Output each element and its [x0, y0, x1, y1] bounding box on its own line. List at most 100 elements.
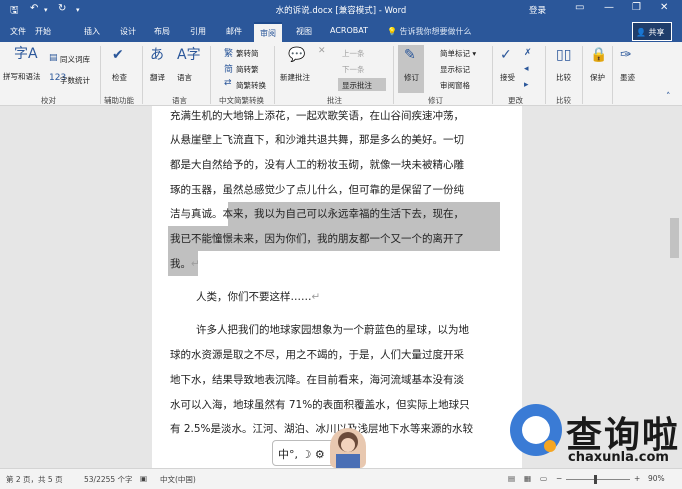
doc-line: 地下水，结果导致地表沉降。在目前看来，海河流域基本没有淡	[170, 374, 464, 386]
status-bar: 第 2 页，共 5 页 53/2255 个字 ▣ 中文(中国) ▤ ▦ ▭ − …	[0, 468, 682, 489]
track-changes-icon: ✎	[404, 47, 416, 63]
page-indicator[interactable]: 第 2 页，共 5 页	[6, 474, 63, 485]
tab-view[interactable]: 视图	[296, 26, 312, 37]
word-count-status[interactable]: 53/2255 个字	[84, 474, 133, 485]
to-simplified-button[interactable]: 繁转简	[236, 48, 259, 59]
ime-status: 中°, ☽ ⚙	[278, 448, 325, 461]
separator	[492, 46, 493, 104]
markup-select[interactable]: 简单标记 ▾	[440, 48, 476, 59]
track-changes-button[interactable]: 修订	[404, 72, 419, 83]
collapse-ribbon-icon[interactable]: ˄	[666, 92, 671, 102]
print-layout-icon[interactable]: ▦	[524, 474, 531, 483]
ime-toolbar[interactable]: 中°, ☽ ⚙	[272, 440, 336, 466]
ink-button[interactable]: 墨迹	[620, 72, 635, 83]
reject-icon[interactable]: ✗	[524, 48, 532, 58]
new-comment-button[interactable]: 新建批注	[280, 72, 310, 83]
word-count-button[interactable]: 字数统计	[60, 75, 90, 86]
prev-comment-button[interactable]: 上一条	[342, 48, 365, 59]
tab-insert[interactable]: 插入	[84, 26, 100, 37]
check-accessibility-button[interactable]: 检查	[112, 72, 127, 83]
doc-line: 许多人把我们的地球家园想象为一个蔚蓝色的星球，以为地	[196, 324, 469, 336]
show-comments-button[interactable]: 显示批注	[342, 80, 372, 91]
ribbon-review: 字A 拼写和语法 ▤ 同义词库 123 字数统计 校对 ✔ 检查 辅助功能 あ …	[0, 42, 682, 106]
zoom-level[interactable]: 90%	[648, 474, 665, 483]
separator	[545, 46, 546, 104]
doc-line: 人类，你们不要这样……↵	[196, 289, 320, 304]
zoom-out-icon[interactable]: −	[556, 474, 562, 483]
watermark-url: chaxunla.com	[568, 450, 669, 465]
separator	[582, 46, 583, 104]
compare-group-label: 比较	[556, 96, 571, 105]
separator	[142, 46, 143, 104]
doc-line: 球的水资源是取之不尽，用之不竭的，于是，人们大量过度开采	[170, 349, 464, 361]
next-change-icon[interactable]: ▸	[524, 80, 529, 90]
accessibility-group-label: 辅助功能	[104, 96, 134, 105]
zoom-slider-thumb[interactable]	[594, 475, 597, 484]
to-traditional-icon: 简	[224, 65, 234, 75]
share-button[interactable]: 👤 共享	[632, 22, 672, 41]
tab-references[interactable]: 引用	[190, 26, 206, 37]
to-traditional-button[interactable]: 简转繁	[236, 64, 259, 75]
convert-button[interactable]: 简繁转换	[236, 80, 266, 91]
read-mode-icon[interactable]: ▤	[508, 474, 515, 483]
spelling-icon: 字A	[14, 46, 38, 62]
tab-home[interactable]: 开始	[35, 26, 51, 37]
translate-button[interactable]: 翻译	[150, 72, 165, 83]
paragraph-mark-icon: ↵	[191, 258, 200, 270]
new-comment-icon: 💬	[288, 47, 306, 63]
doc-line-text: 我。	[170, 258, 191, 270]
lightbulb-icon: 💡	[387, 27, 400, 36]
changes-group-label: 更改	[508, 96, 523, 105]
zoom-slider[interactable]	[566, 479, 630, 480]
doc-line: 我已不能憧憬未来，因为你们，我的朋友都一个又一个的离开了	[170, 233, 464, 245]
accept-button[interactable]: 接受	[500, 72, 515, 83]
language-icon: A字	[177, 47, 201, 63]
minimize-button[interactable]: —	[604, 2, 614, 13]
doc-line: 都是大自然给予的，没有人工的粉妆玉砌，就像一块未被精心雕	[170, 159, 464, 171]
thesaurus-button[interactable]: 同义词库	[60, 54, 90, 65]
language-button[interactable]: 语言	[177, 72, 192, 83]
separator	[274, 46, 275, 104]
restore-button[interactable]: ❐	[632, 2, 641, 13]
separator	[210, 46, 211, 104]
previous-change-icon[interactable]: ◂	[524, 64, 529, 74]
close-button[interactable]: ✕	[660, 2, 668, 13]
tab-review[interactable]: 审阅	[254, 22, 282, 42]
scrollbar-thumb[interactable]	[670, 218, 679, 258]
paragraph-mark-icon: ↵	[311, 291, 321, 303]
tell-me-search[interactable]: 💡 告诉我你想要做什么	[387, 26, 472, 37]
protect-button[interactable]: 保护	[590, 72, 605, 83]
tab-design[interactable]: 设计	[120, 26, 136, 37]
doc-line: 充满生机的大地锦上添花，一起欢歌笑语，在山谷间疾速冲荡，	[170, 110, 464, 122]
show-markup-button[interactable]: 显示标记	[440, 64, 470, 75]
tab-mailings[interactable]: 邮件	[226, 26, 242, 37]
lock-icon: 🔒	[590, 47, 608, 63]
language-status[interactable]: 中文(中国)	[160, 474, 196, 485]
web-layout-icon[interactable]: ▭	[540, 474, 547, 483]
login-button[interactable]: 登录	[529, 4, 546, 16]
zoom-in-icon[interactable]: +	[634, 474, 640, 483]
spelling-button[interactable]: 拼写和语法	[3, 71, 41, 82]
to-simplified-icon: 繁	[224, 49, 234, 59]
next-comment-button[interactable]: 下一条	[342, 64, 365, 75]
tab-acrobat[interactable]: ACROBAT	[330, 26, 368, 35]
language-group-label: 语言	[172, 96, 187, 105]
thesaurus-icon: ▤	[49, 53, 58, 63]
watermark-dot	[544, 440, 556, 452]
doc-line: 有 2.5%是淡水。江河、湖泊、冰川以及浅层地下水等来源的水较	[170, 423, 474, 435]
chinese-conversion-group-label: 中文简繁转换	[219, 96, 264, 105]
tab-layout[interactable]: 布局	[154, 26, 170, 37]
chevron-down-icon: ▾	[470, 49, 477, 58]
delete-comment-icon: ✕	[318, 46, 326, 56]
doc-line-text: 人类，你们不要这样……	[196, 291, 312, 303]
doc-line: 洁与真诚。本来，我以为自己可以永远幸福的生活下去，现在，	[170, 208, 464, 220]
compare-button[interactable]: 比较	[556, 72, 571, 83]
reviewing-pane-button[interactable]: 审阅窗格	[440, 80, 470, 91]
doc-line: 水可以入海，地球虽然有 71%的表面积覆盖水，但实际上地球只	[170, 399, 470, 411]
doc-line: 从悬崖壁上飞流直下，和沙滩共退共舞，那是多么的美好。一切	[170, 134, 464, 146]
proofing-status-icon[interactable]: ▣	[140, 474, 147, 483]
ribbon-display-options-button[interactable]: ▭	[575, 2, 584, 13]
separator	[393, 46, 394, 104]
translate-icon: あ	[150, 47, 164, 63]
tab-file[interactable]: 文件	[10, 26, 26, 37]
